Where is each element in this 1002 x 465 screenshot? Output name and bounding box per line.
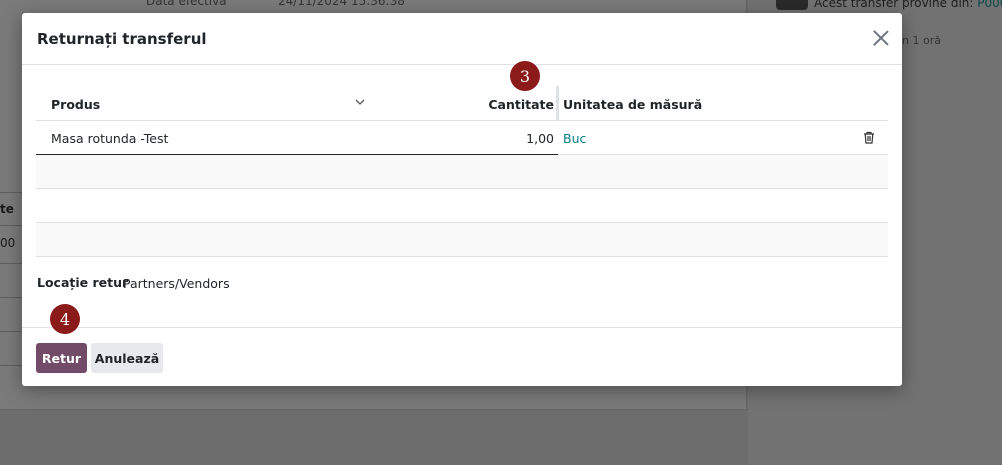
close-icon[interactable] xyxy=(871,28,891,48)
trash-icon[interactable] xyxy=(863,131,875,144)
chatter-time: n 1 oră xyxy=(902,34,941,47)
bg-date-label: Data efectivă xyxy=(146,0,227,8)
uom-cell[interactable]: Buc xyxy=(563,131,586,146)
bg-row-value: 00 xyxy=(0,236,16,250)
step-badge-3: 3 xyxy=(510,61,540,91)
return-lines-table: Produs Cantitate Unitatea de măsură Masa… xyxy=(36,86,888,257)
chatter-message-text: Acest transfer provine din: xyxy=(814,0,978,10)
step-badge-4: 4 xyxy=(50,304,80,334)
cancel-button[interactable]: Anulează xyxy=(91,343,163,373)
column-resize-handle[interactable] xyxy=(556,86,559,121)
bg-divider xyxy=(0,263,22,264)
quantity-cell[interactable]: 1,00 xyxy=(526,131,554,146)
bg-divider xyxy=(0,365,22,366)
chevron-down-icon[interactable] xyxy=(354,96,366,108)
return-location-field[interactable]: Partners/Vendors xyxy=(123,276,230,291)
chatter-message: Acest transfer provine din: P0001 xyxy=(814,0,1002,10)
return-button[interactable]: Retur xyxy=(36,343,87,373)
avatar xyxy=(776,0,808,10)
bg-divider xyxy=(0,331,22,332)
dialog-title: Returnați transferul xyxy=(37,30,207,48)
chatter-origin-link: P0001 xyxy=(977,0,1002,10)
bg-divider xyxy=(0,297,22,298)
bg-column-label: te xyxy=(0,202,14,216)
return-transfer-dialog: Returnați transferul Produs Cantitate Un… xyxy=(22,13,902,386)
bg-date-value: 24/11/2024 15:36:38 xyxy=(278,0,405,8)
dialog-header: Returnați transferul xyxy=(22,13,902,65)
product-cell[interactable]: Masa rotunda -Test xyxy=(51,131,168,146)
dialog-footer: Retur Anulează xyxy=(22,327,902,386)
table-header: Produs Cantitate Unitatea de măsură xyxy=(36,86,888,121)
table-row xyxy=(36,223,888,257)
column-header-product[interactable]: Produs xyxy=(51,97,100,112)
return-location-label: Locație retur xyxy=(37,275,129,290)
table-row xyxy=(36,155,888,189)
column-header-uom[interactable]: Unitatea de măsură xyxy=(563,97,702,112)
column-header-quantity[interactable]: Cantitate xyxy=(488,97,554,112)
table-row[interactable]: Masa rotunda -Test 1,00 Buc xyxy=(36,121,888,155)
table-row xyxy=(36,189,888,223)
